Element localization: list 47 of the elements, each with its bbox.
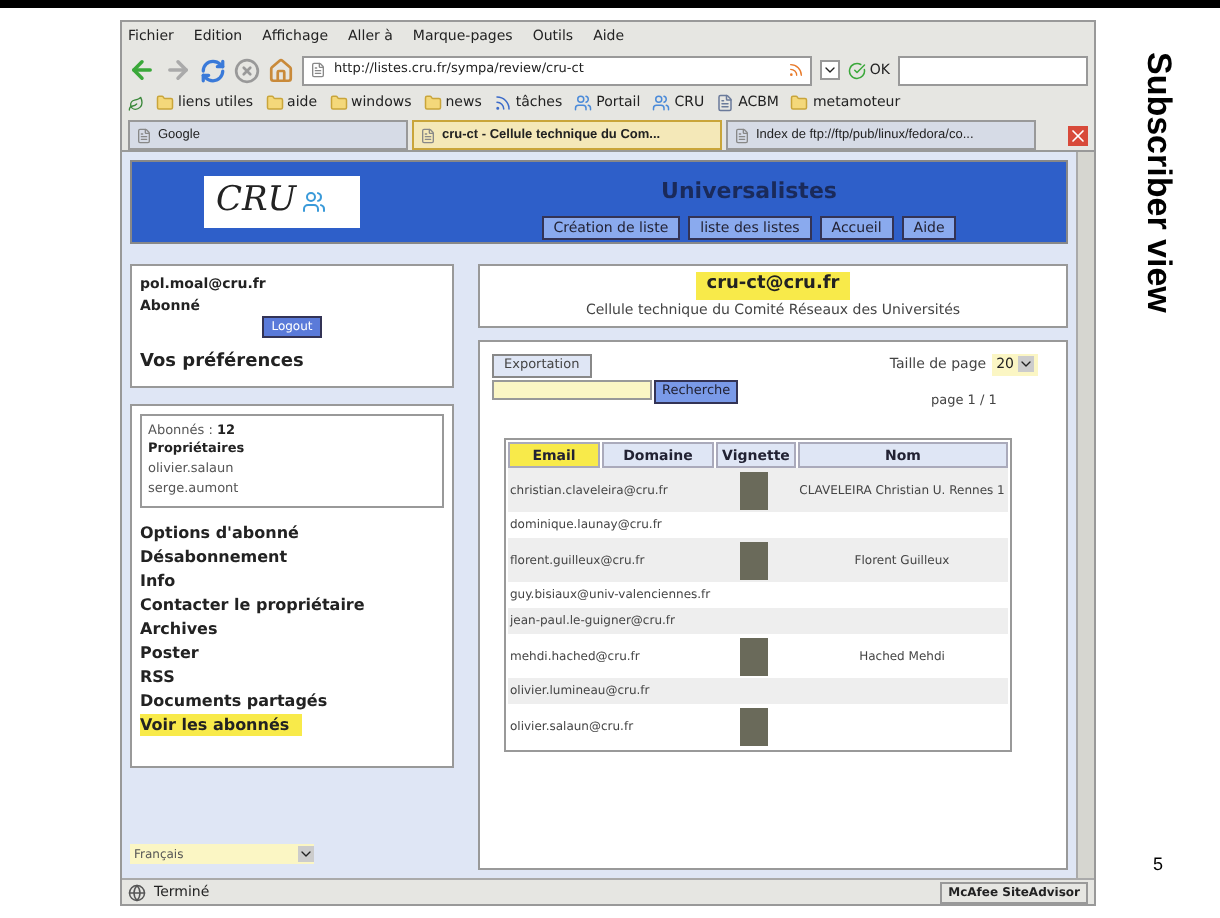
- page-icon: [136, 127, 152, 143]
- feed-icon: [493, 94, 512, 112]
- page-icon: [310, 62, 326, 78]
- page-icon: [420, 127, 436, 143]
- folder-icon: [423, 94, 442, 112]
- reload-icon[interactable]: [200, 57, 226, 83]
- list-menu-item[interactable]: RSS: [140, 665, 187, 687]
- stop-icon[interactable]: [234, 57, 260, 83]
- photo-placeholder: [740, 637, 768, 676]
- slide-title: Subscriber view: [1137, 52, 1180, 313]
- folder-icon: [329, 94, 348, 112]
- dropdown-icon[interactable]: [819, 60, 840, 80]
- page-number: 5: [1152, 851, 1163, 877]
- scrollbar[interactable]: [1076, 152, 1094, 878]
- search-input[interactable]: [492, 379, 652, 400]
- list-menu-item[interactable]: Archives: [140, 617, 230, 639]
- globe-icon: [128, 883, 146, 901]
- folder-icon: [156, 94, 174, 112]
- list-menu-item[interactable]: Info: [140, 569, 188, 591]
- page-icon: [734, 127, 750, 143]
- list-menu-item[interactable]: Contacter le propriétaire: [140, 593, 377, 615]
- dropdown-icon: [1018, 356, 1034, 373]
- search-field[interactable]: [898, 55, 1088, 85]
- people-icon: [652, 94, 671, 112]
- list-menu-item[interactable]: Désabonnement: [140, 545, 300, 567]
- list-menu-item[interactable]: Poster: [140, 641, 211, 663]
- site-logo: CRU: [204, 176, 360, 228]
- preferences-link[interactable]: Vos préférences: [140, 350, 444, 377]
- list-menu-item[interactable]: Options d'abonné: [140, 521, 311, 543]
- feed-icon: [787, 62, 804, 78]
- list-menu-item[interactable]: Documents partagés: [140, 689, 340, 711]
- back-icon[interactable]: [128, 56, 156, 84]
- folder-icon: [265, 94, 284, 112]
- home-icon[interactable]: [268, 57, 294, 83]
- page-icon: [716, 94, 735, 112]
- leaf-icon: [128, 95, 144, 111]
- people-icon: [574, 94, 593, 112]
- photo-placeholder: [740, 707, 768, 746]
- list-menu-item[interactable]: Voir les abonnés: [140, 713, 302, 735]
- close-icon[interactable]: [1068, 126, 1088, 146]
- photo-placeholder: [740, 471, 768, 510]
- dropdown-icon: [298, 846, 314, 862]
- folder-icon: [790, 94, 809, 112]
- forward-icon[interactable]: [164, 56, 192, 84]
- site-title: Universalistes: [661, 176, 837, 208]
- photo-placeholder: [740, 541, 768, 580]
- list-address: cru-ct@cru.fr: [696, 272, 850, 299]
